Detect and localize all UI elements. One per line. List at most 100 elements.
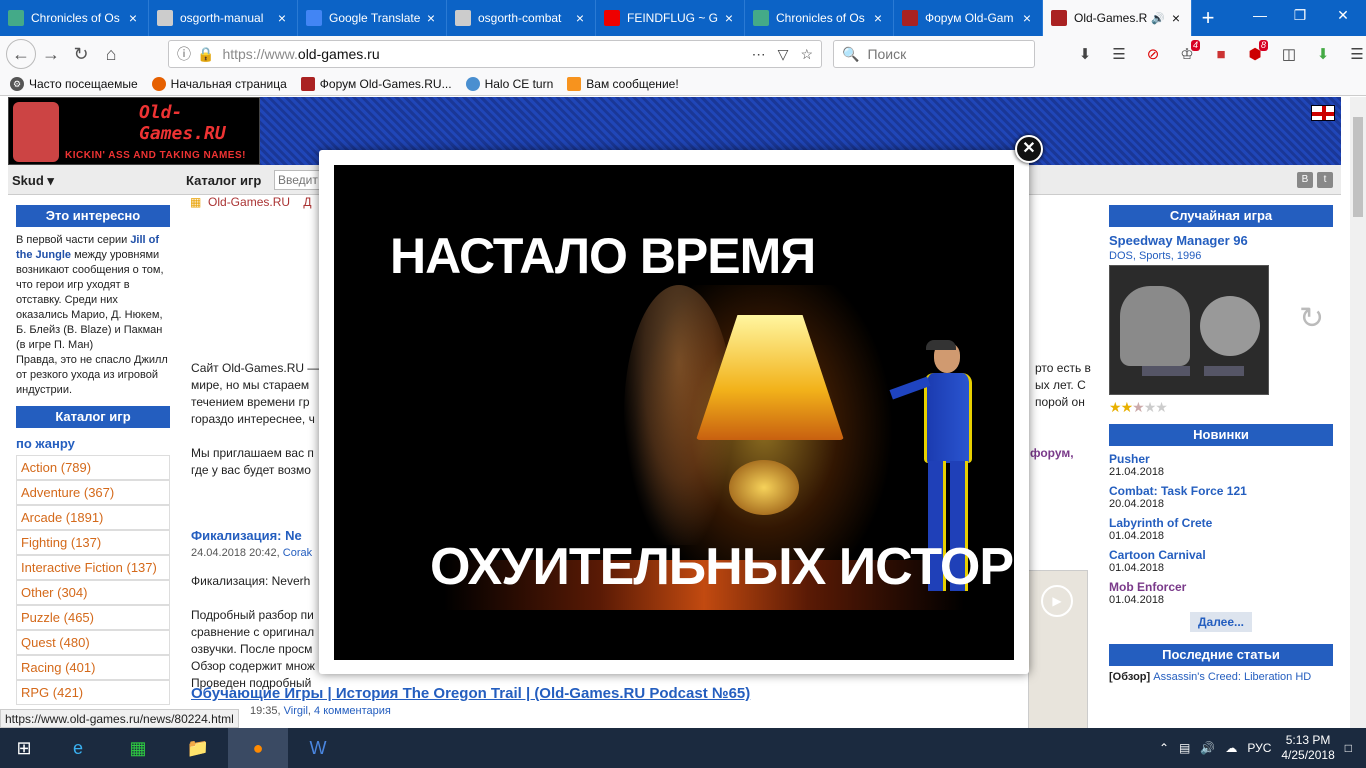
- tray-app-icon[interactable]: ☁: [1225, 741, 1237, 755]
- close-tab-icon[interactable]: ×: [573, 10, 587, 26]
- tab-2[interactable]: Google Translate ×: [298, 0, 447, 36]
- tab-title: Old-Games.R: [1074, 11, 1148, 25]
- tab-title: FEINDFLUG ~ Gr: [627, 11, 718, 25]
- url-protocol: https://www.: [222, 46, 298, 62]
- tab-0[interactable]: Chronicles of Os ×: [0, 0, 149, 36]
- bookmark-most-visited[interactable]: ⚙ Часто посещаемые: [10, 76, 138, 91]
- man-cap: [926, 340, 956, 350]
- youtube-icon: [604, 10, 620, 26]
- lightbox-modal: НАСТАЛО ВРЕМЯ ОХУИТЕЛЬНЫХ ИСТОРИЙ: [319, 150, 1029, 674]
- tab-4[interactable]: FEINDFLUG ~ Gr ×: [596, 0, 745, 36]
- tab-7[interactable]: Old-Games.R 🔊 ×: [1043, 0, 1192, 36]
- speaker-icon[interactable]: 🔊: [1151, 12, 1165, 25]
- tray-expand-icon[interactable]: ⌃: [1159, 741, 1169, 755]
- tab-title: Форум Old-Gam: [925, 11, 1014, 25]
- page-actions-icon[interactable]: ⋯: [752, 46, 766, 63]
- bookmark-star-icon[interactable]: ☆: [800, 46, 813, 63]
- page-icon: [753, 10, 769, 26]
- window-controls: — ❐ ✕: [1240, 0, 1366, 30]
- bookmark-start-page[interactable]: Начальная страница: [151, 76, 287, 91]
- adblock-icon[interactable]: ⬢ 8: [1240, 40, 1270, 68]
- ok-icon: [567, 76, 582, 91]
- forward-icon[interactable]: →: [36, 39, 66, 69]
- word-icon[interactable]: W: [288, 728, 348, 768]
- download-icon[interactable]: ⬇: [1070, 40, 1100, 68]
- search-placeholder: Поиск: [867, 46, 907, 62]
- firefox-icon: [151, 76, 166, 91]
- page-scrollbar[interactable]: [1350, 97, 1366, 728]
- close-tab-icon[interactable]: ×: [126, 10, 140, 26]
- lamp-base: [729, 460, 799, 515]
- pocket-icon[interactable]: ▽: [778, 46, 789, 63]
- adblock-badge: 8: [1258, 40, 1268, 51]
- minimize-icon[interactable]: —: [1240, 0, 1280, 30]
- network-icon[interactable]: ▤: [1179, 741, 1190, 755]
- oldgames-icon: [902, 10, 918, 26]
- store-icon[interactable]: ▦: [108, 728, 168, 768]
- new-tab-button[interactable]: +: [1192, 0, 1224, 36]
- modal-close-button[interactable]: ✕: [1015, 135, 1043, 163]
- library-icon[interactable]: ☰: [1104, 40, 1134, 68]
- download-helper-icon[interactable]: ⬇: [1308, 40, 1338, 68]
- block-icon[interactable]: ⊘: [1138, 40, 1168, 68]
- lock-icon: 🔒: [197, 45, 215, 62]
- bookmark-message[interactable]: Вам сообщение!: [567, 76, 679, 91]
- search-icon: 🔍: [842, 45, 860, 62]
- close-tab-icon[interactable]: ×: [1169, 10, 1183, 26]
- windows-start-icon[interactable]: ⊞: [0, 728, 48, 768]
- back-icon[interactable]: ←: [6, 39, 36, 69]
- man-body: [924, 373, 972, 463]
- system-tray: ⌃ ▤ 🔊 ☁ РУС 5:13 PM 4/25/2018 □: [1159, 728, 1366, 768]
- status-url: https://www.old-games.ru/news/80224.html: [0, 709, 239, 728]
- url-host: old-games.ru: [297, 46, 380, 62]
- notifications-center-icon[interactable]: □: [1345, 741, 1352, 755]
- reload-icon[interactable]: ↻: [66, 39, 96, 69]
- sidebar-icon[interactable]: ◫: [1274, 40, 1304, 68]
- volume-icon[interactable]: 🔊: [1200, 741, 1215, 755]
- bookmark-forum[interactable]: Форум Old-Games.RU...: [300, 76, 452, 91]
- scrollbar-thumb[interactable]: [1353, 117, 1363, 217]
- clock-date: 4/25/2018: [1281, 748, 1335, 762]
- file-explorer-icon[interactable]: 📁: [168, 728, 228, 768]
- tab-6[interactable]: Форум Old-Gam ×: [894, 0, 1043, 36]
- close-tab-icon[interactable]: ×: [722, 10, 736, 26]
- firefox-taskbar-icon[interactable]: ●: [228, 728, 288, 768]
- notifications-badge: 4: [1190, 40, 1200, 51]
- menu-icon[interactable]: ☰: [1342, 40, 1366, 68]
- home-icon[interactable]: ⌂: [96, 39, 126, 69]
- tab-3[interactable]: osgorth-combat ×: [447, 0, 596, 36]
- internet-explorer-icon[interactable]: e: [48, 728, 108, 768]
- clock[interactable]: 5:13 PM 4/25/2018: [1281, 733, 1334, 763]
- search-box[interactable]: 🔍 Поиск: [833, 40, 1035, 68]
- google-translate-icon: [306, 10, 322, 26]
- page-icon: [8, 10, 24, 26]
- tab-title: Google Translate: [329, 11, 420, 25]
- close-tab-icon[interactable]: ×: [1020, 10, 1034, 26]
- tab-title: Chronicles of Os: [776, 11, 865, 25]
- tab-title: osgorth-manual: [180, 11, 264, 25]
- close-window-icon[interactable]: ✕: [1320, 0, 1366, 30]
- gear-icon: ⚙: [10, 76, 24, 91]
- oldgames-icon: [1051, 10, 1067, 26]
- meme-top-text: НАСТАЛО ВРЕМЯ: [390, 228, 816, 284]
- notifications-icon[interactable]: ♔ 4: [1172, 40, 1202, 68]
- bookmarks-toolbar: ⚙ Часто посещаемые Начальная страница Фор…: [0, 72, 1366, 96]
- clock-time: 5:13 PM: [1285, 733, 1331, 747]
- extension-icon[interactable]: ■: [1206, 40, 1236, 68]
- tab-title: Chronicles of Os: [31, 11, 120, 25]
- tab-1[interactable]: osgorth-manual ×: [149, 0, 298, 36]
- meme-image: НАСТАЛО ВРЕМЯ ОХУИТЕЛЬНЫХ ИСТОРИЙ: [334, 165, 1014, 660]
- page-icon: [157, 10, 173, 26]
- bookmark-halo[interactable]: Halo CE turn: [465, 76, 553, 91]
- tab-5[interactable]: Chronicles of Os ×: [745, 0, 894, 36]
- info-icon[interactable]: ⓘ: [177, 44, 191, 64]
- url-bar[interactable]: ⓘ 🔒 https://www. old-games.ru ⋯ ▽ ☆: [168, 40, 822, 68]
- close-tab-icon[interactable]: ×: [275, 10, 289, 26]
- clock-icon: [465, 76, 480, 91]
- close-tab-icon[interactable]: ×: [424, 10, 438, 26]
- language-indicator[interactable]: РУС: [1247, 741, 1271, 755]
- windows-taskbar: ⊞ e ▦ 📁 ● W ⌃ ▤ 🔊 ☁ РУС 5:13 PM 4/25/201…: [0, 728, 1366, 768]
- restore-icon[interactable]: ❐: [1280, 0, 1320, 30]
- tab-strip: Chronicles of Os × osgorth-manual × Google T…: [0, 0, 1366, 36]
- close-tab-icon[interactable]: ×: [871, 10, 885, 26]
